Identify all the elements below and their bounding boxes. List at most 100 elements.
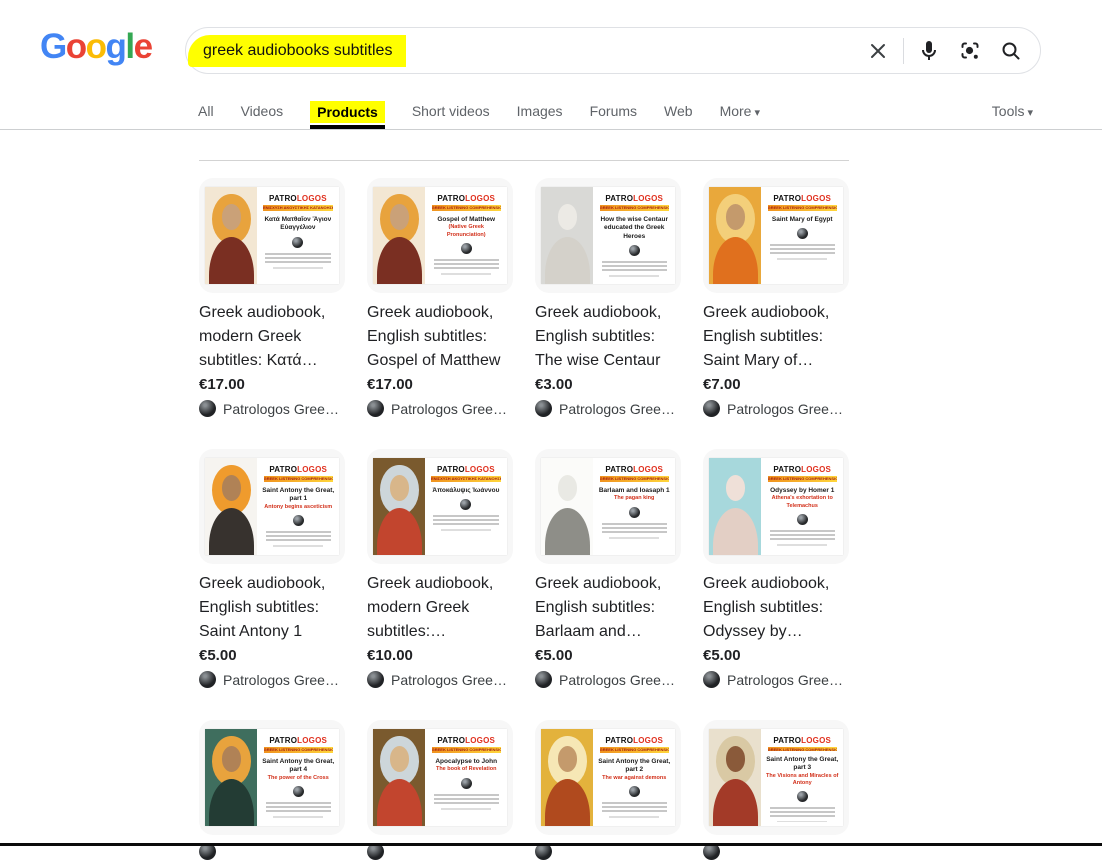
search-icon[interactable] [999,39,1023,63]
tab-all[interactable]: All [198,103,214,121]
product-title-link[interactable]: Greek audiobook, modern Greek subtitles:… [367,572,513,644]
cover-title: Ἀποκάλυψις Ἰωάννου [432,487,499,495]
patrologos-brand: PATROLOGOS [269,194,327,203]
merchant-name: Patrologos Gree… [391,401,507,417]
product-title-link[interactable]: Greek audiobook, English subtitles: Sain… [703,301,849,373]
product-image[interactable]: PATROLOGOS GREEK LISTENING COMPREHENSION… [703,720,849,835]
tab-products[interactable]: Products [310,101,385,123]
cover-tagline-bar: GREEK LISTENING COMPREHENSION [768,476,837,482]
product-title-link[interactable]: Greek audiobook, English subtitles: Barl… [535,572,681,644]
tab-videos[interactable]: Videos [241,103,284,121]
logo-letter: g [106,27,126,66]
cover-copyright-text [441,808,491,810]
product-price: €5.00 [535,646,681,666]
product-image[interactable]: PATROLOGOS GREEK LISTENING COMPREHENSION… [199,449,345,564]
globe-logo-icon [797,228,808,239]
search-divider [903,38,904,64]
product-card[interactable]: PATROLOGOS GREEK LISTENING COMPREHENSION… [703,178,849,417]
cover-blurb-text [602,802,667,814]
product-image[interactable]: PATROLOGOS GREEK LISTENING COMPREHENSION… [535,720,681,835]
product-title-link[interactable]: Greek audiobook, English subtitles: The … [535,301,681,373]
cover-title: Gospel of Matthew [437,216,495,224]
figure-robe-shape [545,508,590,555]
globe-logo-icon [797,514,808,525]
product-image[interactable]: PATROLOGOS GREEK LISTENING COMPREHENSION… [535,178,681,293]
product-card[interactable]: PATROLOGOS ΕΝΙΣΧΥΣΗ ΑΚΟΥΣΤΙΚΗΣ ΚΑΤΑΝΟΗΣΗ… [367,449,513,688]
patrologos-brand: PATROLOGOS [605,465,663,474]
cover-tagline-bar: ΕΝΙΣΧΥΣΗ ΑΚΟΥΣΤΙΚΗΣ ΚΑΤΑΝΟΗΣΗΣ [431,476,501,482]
figure-robe-shape [377,779,422,826]
cover-subtitle: The pagan king [614,495,654,502]
globe-logo-icon [460,499,471,510]
product-card[interactable]: PATROLOGOS GREEK LISTENING COMPREHENSION… [367,720,513,860]
figure-robe-shape [209,237,254,284]
merchant-link[interactable]: Patrologos Gree… [367,400,513,417]
search-bar[interactable]: greek audiobooks subtitles [185,27,1041,74]
product-card[interactable]: PATROLOGOS GREEK LISTENING COMPREHENSION… [199,449,345,688]
product-image[interactable]: PATROLOGOS GREEK LISTENING COMPREHENSION… [703,449,849,564]
merchant-favicon-icon [199,671,216,688]
patrologos-brand: PATROLOGOS [269,465,327,474]
patrologos-brand: PATROLOGOS [773,465,831,474]
merchant-link[interactable]: Patrologos Gree… [199,671,345,688]
product-price: €17.00 [199,375,345,395]
audiobook-cover: PATROLOGOS ΕΝΙΣΧΥΣΗ ΑΚΟΥΣΤΙΚΗΣ ΚΑΤΑΝΟΗΣΗ… [373,458,507,555]
cover-title: Saint Antony the Great, part 1 [261,487,335,504]
globe-logo-icon [629,507,640,518]
merchant-link[interactable]: Patrologos Gree… [367,671,513,688]
merchant-link[interactable]: Patrologos Gree… [535,671,681,688]
product-card[interactable]: PATROLOGOS GREEK LISTENING COMPREHENSION… [535,178,681,417]
tab-forums[interactable]: Forums [590,103,637,121]
product-image[interactable]: PATROLOGOS ΕΝΙΣΧΥΣΗ ΑΚΟΥΣΤΙΚΗΣ ΚΑΤΑΝΟΗΣΗ… [367,449,513,564]
logo-letter: l [125,27,133,66]
tab-short-videos[interactable]: Short videos [412,103,490,121]
product-card[interactable]: PATROLOGOS GREEK LISTENING COMPREHENSION… [535,449,681,688]
figure-head-shape [222,475,241,500]
tab-more[interactable]: More▾ [720,103,760,121]
product-title-link[interactable]: Greek audiobook, English subtitles: Sain… [199,572,345,644]
audiobook-cover: PATROLOGOS GREEK LISTENING COMPREHENSION… [205,729,339,826]
product-image[interactable]: PATROLOGOS GREEK LISTENING COMPREHENSION… [367,720,513,835]
tab-label: Forums [590,103,637,119]
search-input[interactable]: greek audiobooks subtitles [188,35,406,67]
product-card[interactable]: PATROLOGOS ΕΝΙΣΧΥΣΗ ΑΚΟΥΣΤΙΚΗΣ ΚΑΤΑΝΟΗΣΗ… [199,178,345,417]
globe-logo-icon [629,245,640,256]
product-image[interactable]: PATROLOGOS ΕΝΙΣΧΥΣΗ ΑΚΟΥΣΤΙΚΗΣ ΚΑΤΑΝΟΗΣΗ… [199,178,345,293]
tools-button[interactable]: Tools▾ [992,103,1033,119]
product-image[interactable]: PATROLOGOS GREEK LISTENING COMPREHENSION… [199,720,345,835]
tab-label: Images [517,103,563,119]
product-image[interactable]: PATROLOGOS GREEK LISTENING COMPREHENSION… [535,449,681,564]
merchant-name: Patrologos Gree… [223,401,339,417]
product-card[interactable]: PATROLOGOS GREEK LISTENING COMPREHENSION… [703,720,849,860]
tab-web[interactable]: Web [664,103,693,121]
merchant-link[interactable]: Patrologos Gree… [703,671,849,688]
product-title-link[interactable]: Greek audiobook, modern Greek subtitles:… [199,301,345,373]
product-card[interactable]: PATROLOGOS GREEK LISTENING COMPREHENSION… [199,720,345,860]
product-image[interactable]: PATROLOGOS GREEK LISTENING COMPREHENSION… [367,178,513,293]
cover-copyright-text [441,273,491,275]
merchant-link[interactable]: Patrologos Gree… [535,400,681,417]
merchant-link[interactable]: Patrologos Gree… [703,400,849,417]
product-card[interactable]: PATROLOGOS GREEK LISTENING COMPREHENSION… [535,720,681,860]
product-image[interactable]: PATROLOGOS GREEK LISTENING COMPREHENSION… [703,178,849,293]
tab-images[interactable]: Images [517,103,563,121]
mic-icon[interactable] [917,39,941,63]
cover-art [373,187,425,284]
product-title-link[interactable]: Greek audiobook, English subtitles: Gosp… [367,301,513,373]
cover-tagline-bar: GREEK LISTENING COMPREHENSION [600,747,669,753]
logo-letter: o [86,27,106,66]
cover-title: Saint Antony the Great, part 3 [765,756,839,773]
product-card[interactable]: PATROLOGOS GREEK LISTENING COMPREHENSION… [367,178,513,417]
product-card[interactable]: PATROLOGOS GREEK LISTENING COMPREHENSION… [703,449,849,688]
audiobook-cover: PATROLOGOS GREEK LISTENING COMPREHENSION… [709,729,843,826]
lens-icon[interactable] [958,39,982,63]
cover-copyright-text [777,821,827,822]
merchant-link[interactable]: Patrologos Gree… [199,400,345,417]
google-logo[interactable]: Google [40,28,152,66]
cover-tagline-bar: GREEK LISTENING COMPREHENSION [264,747,333,753]
product-title-link[interactable]: Greek audiobook, English subtitles: Odys… [703,572,849,644]
figure-robe-shape [209,508,254,555]
figure-robe-shape [377,508,422,555]
clear-icon[interactable] [866,39,890,63]
product-price: €5.00 [703,646,849,666]
